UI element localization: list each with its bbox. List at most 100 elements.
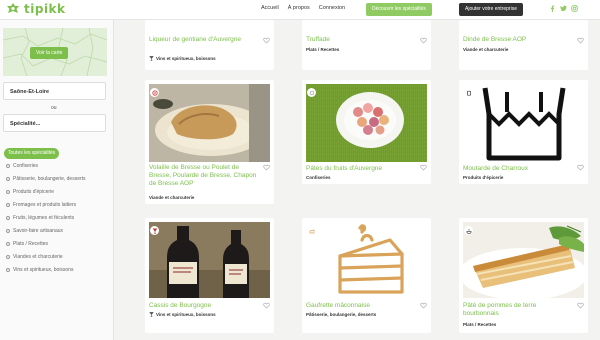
product-image[interactable] (149, 222, 270, 298)
product-card[interactable]: Dinde de Bresse AOP Viande et charcuteri… (459, 20, 588, 70)
main-nav: Accueil À propos Connexion (261, 5, 345, 11)
category-list: Confiseries Pâtisserie, boulangerie, des… (6, 163, 110, 280)
category-item[interactable]: Plats / Recettes (6, 241, 110, 247)
category-text: Confiseries (306, 175, 331, 180)
radio-icon (6, 242, 10, 246)
product-image[interactable] (463, 222, 584, 298)
or-separator: ou (51, 105, 57, 111)
product-category: Plats / Recettes (306, 47, 339, 52)
category-item[interactable]: Fruits, légumes et féculents (6, 215, 110, 221)
logo[interactable]: tipikk (6, 2, 66, 16)
category-label: Savoir-faire artisanaux (13, 228, 64, 234)
radio-icon (6, 216, 10, 220)
category-badge (150, 226, 159, 235)
category-text: Viande et charcuterie (463, 47, 509, 52)
heart-icon[interactable] (263, 302, 270, 309)
category-text: Pâtisserie, boulangerie, desserts (306, 312, 377, 317)
category-badge (150, 88, 159, 97)
heart-icon[interactable] (420, 302, 427, 309)
category-label: Pâtisserie, boulangerie, desserts (13, 176, 86, 182)
heart-icon[interactable] (420, 164, 427, 171)
nav-connexion[interactable]: Connexion (319, 5, 345, 11)
heart-icon[interactable] (577, 37, 584, 44)
product-image[interactable] (149, 84, 270, 162)
product-card[interactable]: Volaille de Bresse ou Poulet de Bresse, … (145, 80, 274, 204)
department-select[interactable]: Saône-Et-Loire (3, 82, 106, 100)
dish-icon (465, 228, 472, 234)
category-badge (464, 226, 473, 235)
product-image[interactable] (463, 84, 584, 162)
radio-icon (6, 203, 10, 207)
product-card[interactable]: Gaufrette mâconnaise Pâtisserie, boulang… (302, 218, 431, 333)
jar-icon (466, 90, 471, 96)
all-specialities-tag[interactable]: Toutes les spécialités (4, 148, 60, 159)
instagram-icon[interactable] (571, 5, 578, 12)
category-text: Vins et spiritueux, boissons (156, 312, 216, 317)
product-category: Plats / Recettes (463, 322, 496, 327)
category-item[interactable]: Vins et spiritueux, boissons (6, 267, 110, 273)
add-business-button[interactable]: Ajouter votre entreprise (459, 3, 523, 16)
product-card[interactable]: Cassis de Bourgogne Vins et spiritueux, … (145, 218, 274, 333)
category-label: Vins et spiritueux, boissons (13, 267, 74, 273)
wine-icon (152, 227, 157, 234)
filter-sidebar: Voir la carte Saône-Et-Loire ou Spéciali… (0, 20, 114, 340)
category-item[interactable]: Savoir-faire artisanaux (6, 228, 110, 234)
product-image[interactable] (306, 84, 427, 162)
potato-pie-image (463, 222, 584, 298)
product-title[interactable]: Truffade (306, 36, 414, 44)
category-label: Confiseries (13, 163, 39, 169)
twitter-icon[interactable] (560, 5, 567, 12)
heart-icon[interactable] (577, 164, 584, 171)
product-title[interactable]: Volaille de Bresse ou Poulet de Bresse, … (149, 164, 257, 188)
category-text: Plats / Recettes (306, 47, 340, 52)
category-label: Viandes et charcuterie (13, 254, 63, 260)
heart-icon[interactable] (263, 37, 270, 44)
product-image[interactable] (306, 222, 427, 298)
radio-icon (6, 229, 10, 233)
product-card[interactable]: Moutarde de Charroux Produits d'épicerie (459, 80, 588, 184)
heart-icon[interactable] (420, 37, 427, 44)
category-label: Fromages et produits laitiers (13, 202, 77, 208)
cake-slice-illustration (306, 222, 427, 298)
mini-map[interactable]: Voir la carte (3, 28, 107, 76)
nav-a-propos[interactable]: À propos (288, 5, 310, 11)
product-category: Produits d'épicerie (463, 175, 503, 180)
category-item[interactable]: Pâtisserie, boulangerie, desserts (6, 176, 110, 182)
product-card[interactable]: Truffade Plats / Recettes (302, 20, 431, 70)
category-label: Produits d'épicerie (13, 189, 54, 195)
facebook-icon[interactable] (549, 5, 556, 12)
cake-icon (309, 229, 314, 233)
category-item[interactable]: Viandes et charcuterie (6, 254, 110, 260)
product-card[interactable]: Liqueur de gentiane d'Auvergne Vins et s… (145, 20, 274, 70)
glass-icon (149, 56, 154, 61)
product-title[interactable]: Pâtes du fruits d'Auvergne (306, 165, 414, 173)
radio-icon (6, 268, 10, 272)
heart-icon[interactable] (263, 164, 270, 171)
product-title[interactable]: Moutarde de Charroux (463, 165, 571, 173)
discover-specialities-button[interactable]: Découvrir les spécialités (366, 3, 432, 16)
category-text: Vins et spiritueux, boissons (156, 56, 216, 61)
category-label: Fruits, légumes et féculents (13, 215, 75, 221)
product-card[interactable]: Pâté de pommes de terre bourbonnais Plat… (459, 218, 588, 333)
category-item[interactable]: Produits d'épicerie (6, 189, 110, 195)
nav-accueil[interactable]: Accueil (261, 5, 279, 11)
product-title[interactable]: Pâté de pommes de terre bourbonnais (463, 302, 571, 318)
category-item[interactable]: Confiseries (6, 163, 110, 169)
product-title[interactable]: Cassis de Bourgogne (149, 302, 257, 310)
view-map-button[interactable]: Voir la carte (30, 47, 69, 59)
candy-icon (309, 90, 314, 95)
heart-icon[interactable] (577, 302, 584, 309)
category-badge (464, 88, 473, 97)
speciality-select[interactable]: Spécialité... (3, 114, 106, 132)
chicken-dish-image (149, 84, 270, 162)
product-category: Confiseries (306, 175, 331, 180)
meat-icon (151, 89, 158, 96)
fruit-pastes-image (306, 84, 427, 162)
product-title[interactable]: Liqueur de gentiane d'Auvergne (149, 36, 257, 44)
social-links (549, 5, 578, 12)
product-card[interactable]: Pâtes du fruits d'Auvergne Confiseries (302, 80, 431, 184)
product-title[interactable]: Gaufrette mâconnaise (306, 302, 414, 310)
category-item[interactable]: Fromages et produits laitiers (6, 202, 110, 208)
product-title[interactable]: Dinde de Bresse AOP (463, 36, 571, 44)
product-category: Viande et charcuterie (149, 195, 194, 200)
